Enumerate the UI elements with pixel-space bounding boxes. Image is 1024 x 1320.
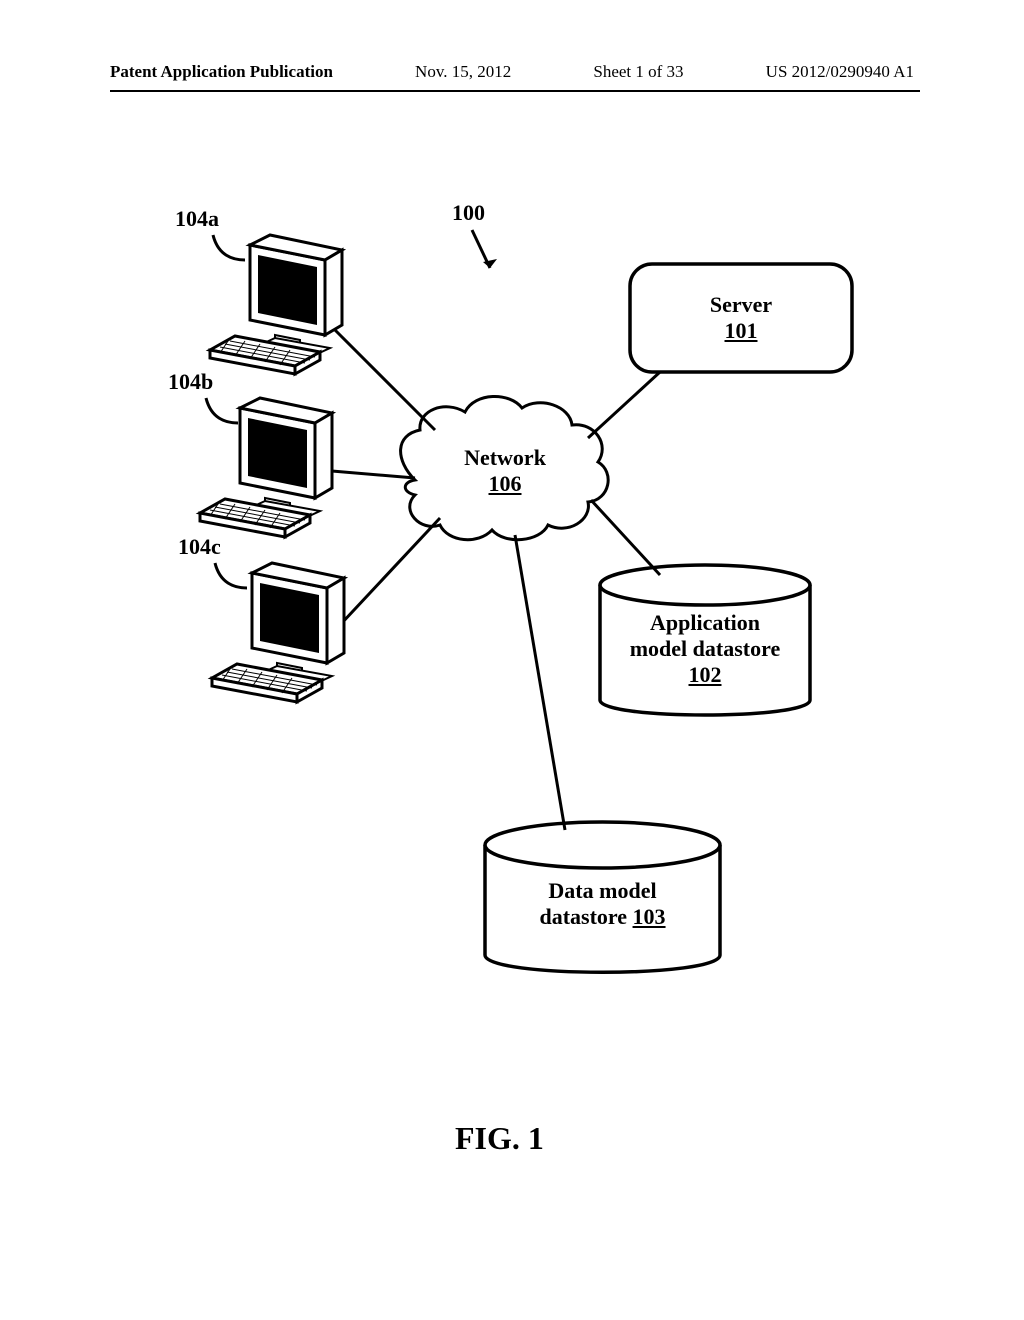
callout-104c <box>215 563 247 588</box>
server-box-text: Server 101 <box>630 292 852 344</box>
data-datastore-line2-prefix: datastore <box>539 904 632 929</box>
page-header: Patent Application Publication Nov. 15, … <box>0 62 1024 82</box>
header-rule <box>110 90 920 92</box>
data-datastore-ref-number: 103 <box>633 904 666 929</box>
diagram-svg <box>0 100 1024 1150</box>
app-datastore-line1: Application <box>650 610 760 635</box>
app-datastore-text: Application model datastore 102 <box>600 610 810 688</box>
sheet-number: Sheet 1 of 33 <box>593 62 683 82</box>
pub-type: Patent Application Publication <box>110 62 333 82</box>
network-ref-number: 106 <box>489 471 522 496</box>
figure-canvas: 104a 104b 104c 100 Server 101 Network 10… <box>0 100 1024 1150</box>
network-label: Network <box>464 445 546 470</box>
app-datastore-line2: model datastore <box>630 636 781 661</box>
ref-label-104b: 104b <box>168 369 213 395</box>
reference-arrow-100 <box>472 230 497 268</box>
ref-label-104c: 104c <box>178 534 221 560</box>
pub-date: Nov. 15, 2012 <box>415 62 511 82</box>
server-ref-number: 101 <box>725 318 758 343</box>
data-datastore-line1: Data model <box>548 878 656 903</box>
figure-caption: FIG. 1 <box>455 1120 544 1157</box>
callout-104a <box>213 235 245 260</box>
ref-label-100: 100 <box>452 200 485 226</box>
callout-104b <box>206 398 238 423</box>
app-datastore-ref-number: 102 <box>689 662 722 687</box>
data-datastore-text: Data model datastore 103 <box>485 878 720 930</box>
network-text: Network 106 <box>445 445 565 497</box>
ref-label-104a: 104a <box>175 206 219 232</box>
publication-number: US 2012/0290940 A1 <box>766 62 914 82</box>
server-label: Server <box>710 292 772 317</box>
